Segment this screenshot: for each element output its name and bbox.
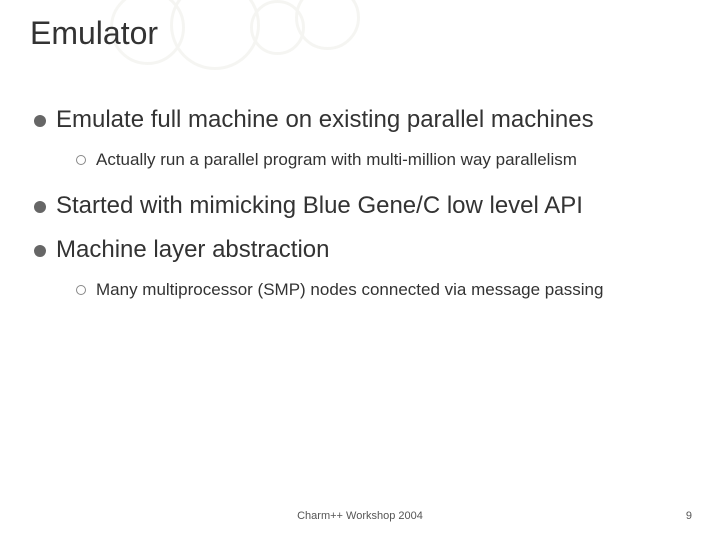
page-number: 9 [686,510,692,522]
bullet-disc-icon [34,201,46,213]
bullet-text: Started with mimicking Blue Gene/C low l… [56,191,690,221]
bullet-circle-icon [76,285,86,295]
sub-bullet-text: Many multiprocessor (SMP) nodes connecte… [96,279,690,301]
bullet-text: Machine layer abstraction [56,235,690,265]
sub-bullet-item: Many multiprocessor (SMP) nodes connecte… [76,279,690,301]
bullet-disc-icon [34,115,46,127]
slide-footer: Charm++ Workshop 2004 [0,510,720,522]
bullet-disc-icon [34,245,46,257]
sub-bullet-item: Actually run a parallel program with mul… [76,149,690,171]
slide-body: Emulate full machine on existing paralle… [34,105,690,307]
bullet-item: Emulate full machine on existing paralle… [34,105,690,135]
bullet-text: Emulate full machine on existing paralle… [56,105,690,135]
bullet-item: Started with mimicking Blue Gene/C low l… [34,191,690,221]
slide-title: Emulator [30,15,158,52]
sub-bullet-text: Actually run a parallel program with mul… [96,149,690,171]
bullet-item: Machine layer abstraction [34,235,690,265]
bullet-circle-icon [76,155,86,165]
